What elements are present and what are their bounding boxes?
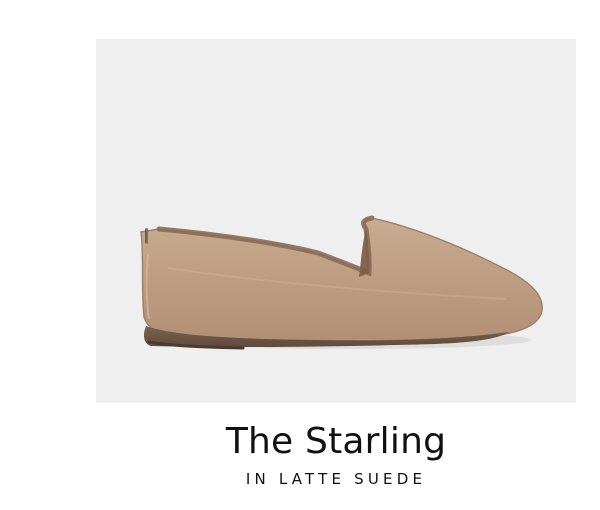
product-subtitle: IN LATTE SUEDE: [245, 470, 427, 488]
shoe-icon: [140, 215, 543, 350]
product-image-panel[interactable]: [96, 39, 576, 403]
product-card[interactable]: The Starling IN LATTE SUEDE: [0, 0, 600, 510]
product-title[interactable]: The Starling: [0, 418, 600, 466]
